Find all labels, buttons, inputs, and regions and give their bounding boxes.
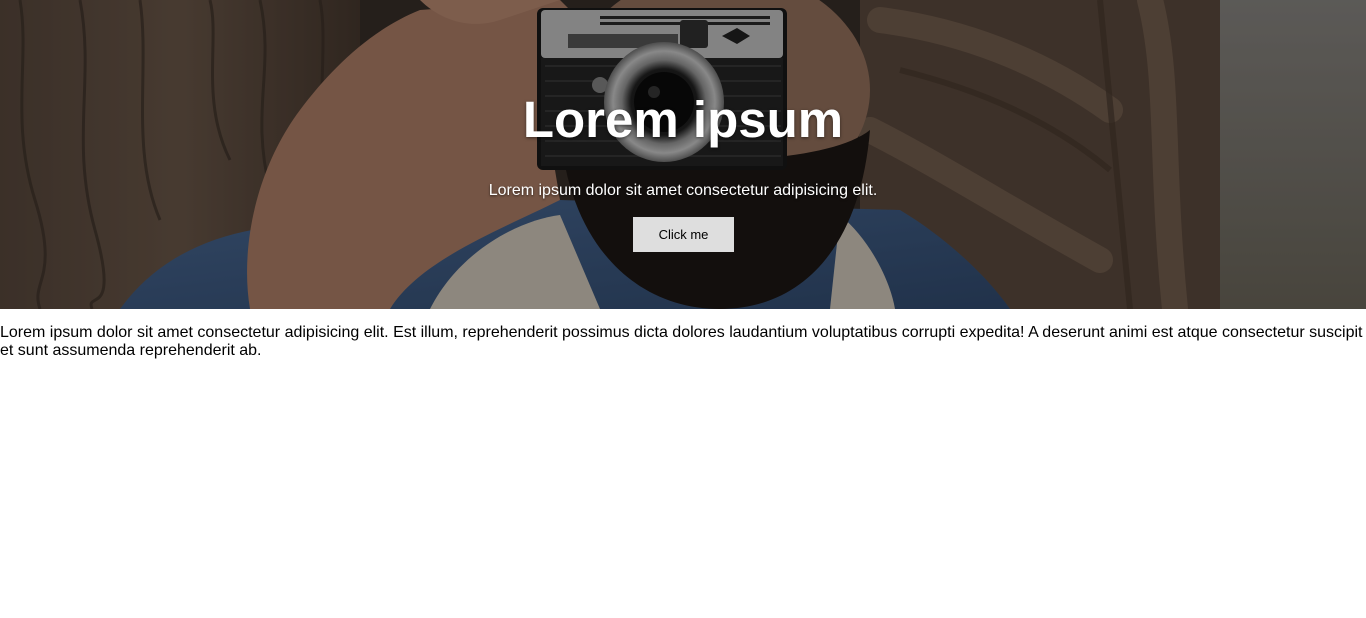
hero-content: Lorem ipsum Lorem ipsum dolor sit amet c… [0,0,1366,309]
hero-title: Lorem ipsum [522,91,844,148]
body-paragraph: Lorem ipsum dolor sit amet consectetur a… [0,324,1363,359]
hero-subtitle: Lorem ipsum dolor sit amet consectetur a… [488,182,878,199]
hero-section: Lorem ipsum Lorem ipsum dolor sit amet c… [0,0,1366,309]
click-me-button[interactable]: Click me [633,217,734,252]
